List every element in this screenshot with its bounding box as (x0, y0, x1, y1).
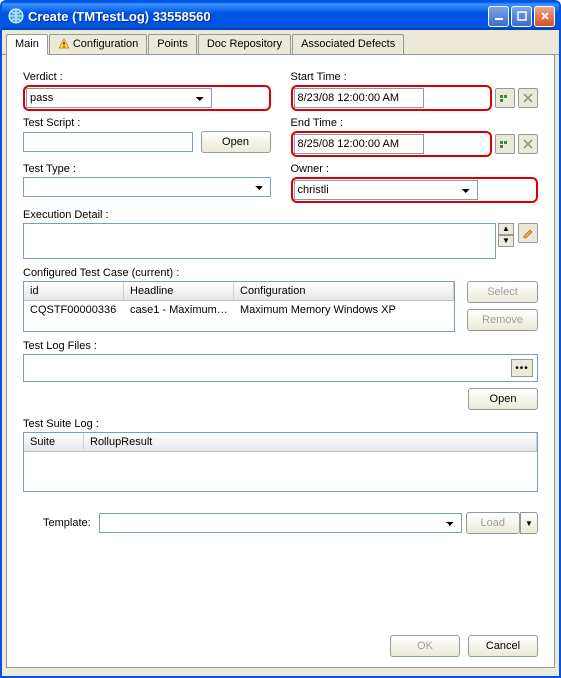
table-header-row: id Headline Configuration (24, 282, 454, 301)
start-time-picker-button[interactable] (495, 88, 515, 108)
test-log-files-label: Test Log Files : (23, 340, 97, 352)
tab-points[interactable]: Points (148, 34, 197, 54)
exec-detail-label: Execution Detail : (23, 209, 109, 221)
config-tc-label: Configured Test Case (current) : (23, 267, 179, 279)
table-row[interactable]: CQSTF00000336 case1 - Maximum ... Maximu… (24, 301, 454, 319)
ok-button[interactable]: OK (390, 635, 460, 657)
remove-button[interactable]: Remove (467, 309, 538, 331)
select-button[interactable]: Select (467, 281, 538, 303)
template-select[interactable] (99, 513, 462, 533)
spin-down-button[interactable]: ▼ (498, 235, 514, 247)
end-time-input[interactable] (294, 134, 424, 154)
exec-detail-textarea[interactable] (23, 223, 496, 259)
spin-up-button[interactable]: ▲ (498, 223, 514, 235)
app-icon (8, 8, 24, 24)
tab-main[interactable]: Main (6, 34, 48, 55)
tab-bar: Main Configuration Points Doc Repository… (2, 30, 559, 55)
cell-configuration: Maximum Memory Windows XP (234, 301, 454, 319)
close-button[interactable] (534, 6, 555, 27)
cell-id: CQSTF00000336 (24, 301, 124, 319)
exec-detail-edit-button[interactable] (518, 223, 538, 243)
minimize-button[interactable] (488, 6, 509, 27)
test-suite-log-label: Test Suite Log : (23, 418, 99, 430)
owner-highlight: christli (291, 177, 539, 203)
owner-label: Owner : (291, 163, 539, 175)
col-suite[interactable]: Suite (24, 433, 84, 451)
end-time-highlight (291, 131, 493, 157)
owner-select[interactable]: christli (294, 180, 478, 200)
cell-headline: case1 - Maximum ... (124, 301, 234, 319)
test-type-label: Test Type : (23, 163, 271, 175)
test-suite-log-table[interactable]: Suite RollupResult (23, 432, 538, 492)
config-tc-table[interactable]: id Headline Configuration CQSTF00000336 … (23, 281, 455, 332)
col-id[interactable]: id (24, 282, 124, 300)
dialog-window: Create (TMTestLog) 33558560 Main Configu… (0, 0, 561, 678)
cancel-button[interactable]: Cancel (468, 635, 538, 657)
titlebar[interactable]: Create (TMTestLog) 33558560 (2, 2, 559, 30)
verdict-highlight: pass (23, 85, 271, 111)
test-script-label: Test Script : (23, 117, 271, 129)
open-script-button[interactable]: Open (201, 131, 271, 153)
open-file-button[interactable]: Open (468, 388, 538, 410)
end-time-label: End Time : (291, 117, 539, 129)
load-button[interactable]: Load (466, 512, 520, 534)
exec-detail-spinner: ▲ ▼ (498, 223, 514, 247)
end-time-clear-button[interactable] (518, 134, 538, 154)
suite-header-row: Suite RollupResult (24, 433, 537, 452)
col-configuration[interactable]: Configuration (234, 282, 454, 300)
verdict-label: Verdict : (23, 71, 271, 83)
start-time-input[interactable] (294, 88, 424, 108)
test-type-select[interactable] (23, 177, 271, 197)
start-time-label: Start Time : (291, 71, 539, 83)
template-label: Template: (43, 517, 91, 529)
window-title: Create (TMTestLog) 33558560 (28, 9, 486, 24)
start-time-highlight (291, 85, 493, 111)
tab-doc-repository[interactable]: Doc Repository (198, 34, 291, 54)
test-log-files-box[interactable]: ••• (23, 354, 538, 382)
main-panel: Verdict : pass Start Time : (6, 55, 555, 668)
verdict-select[interactable]: pass (26, 88, 212, 108)
test-script-input[interactable] (23, 132, 193, 152)
dialog-footer: OK Cancel (390, 635, 538, 657)
tab-associated-defects[interactable]: Associated Defects (292, 34, 404, 54)
tab-configuration[interactable]: Configuration (49, 34, 147, 54)
maximize-button[interactable] (511, 6, 532, 27)
load-dropdown-button[interactable]: ▼ (520, 512, 538, 534)
template-footer: Template: Load ▼ (23, 502, 538, 540)
warning-icon (58, 38, 70, 50)
start-time-clear-button[interactable] (518, 88, 538, 108)
browse-files-button[interactable]: ••• (511, 359, 533, 377)
col-headline[interactable]: Headline (124, 282, 234, 300)
col-rollup[interactable]: RollupResult (84, 433, 537, 451)
end-time-picker-button[interactable] (495, 134, 515, 154)
